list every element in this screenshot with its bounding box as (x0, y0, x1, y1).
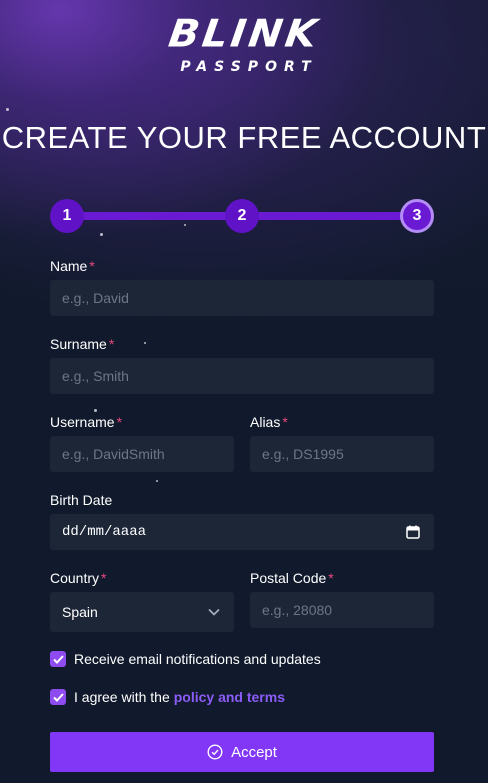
country-value: Spain (62, 604, 98, 620)
step-1[interactable]: 1 (50, 199, 84, 233)
policy-terms-link[interactable]: policy and terms (174, 689, 285, 705)
terms-checkbox-row[interactable]: I agree with the policy and terms (50, 689, 285, 705)
country-select[interactable]: Spain (50, 592, 234, 632)
notifications-checkbox-row[interactable]: Receive email notifications and updates (50, 651, 321, 667)
surname-label-text: Surname (50, 336, 107, 352)
chevron-down-icon (208, 608, 220, 616)
accept-button-label: Accept (231, 743, 277, 761)
terms-label: I agree with the (74, 689, 170, 705)
name-input[interactable] (50, 280, 434, 316)
birth-date-label: Birth Date (50, 492, 112, 508)
checkmark-icon (52, 692, 64, 702)
background-star (100, 233, 103, 236)
step-2[interactable]: 2 (225, 199, 259, 233)
required-marker: * (328, 570, 334, 586)
logo-wordmark: BLINK (165, 12, 323, 56)
country-label-text: Country (50, 570, 100, 586)
step-3-current[interactable]: 3 (400, 199, 434, 233)
required-marker: * (116, 414, 123, 430)
required-marker: * (89, 258, 95, 274)
calendar-icon[interactable] (406, 525, 420, 539)
username-label-text: Username (50, 414, 115, 430)
stepper: 1 2 3 (50, 199, 434, 233)
check-circle-icon (207, 744, 223, 760)
alias-label-text: Alias (250, 414, 281, 430)
notifications-checkbox[interactable] (50, 651, 66, 667)
accept-button[interactable]: Accept (50, 732, 434, 772)
username-label: Username * (50, 414, 122, 430)
surname-input[interactable] (50, 358, 434, 394)
background-star (144, 342, 146, 344)
name-label: Name * (50, 258, 95, 274)
alias-input[interactable] (250, 436, 434, 472)
checkmark-icon (52, 654, 64, 664)
required-marker: * (101, 570, 107, 586)
background-star (94, 409, 97, 412)
logo-subtitle: PASSPORT (180, 59, 318, 75)
background-star (6, 108, 9, 111)
birth-date-label-text: Birth Date (50, 492, 113, 508)
username-input[interactable] (50, 436, 234, 472)
required-marker: * (282, 414, 288, 430)
postal-code-input[interactable] (250, 592, 434, 628)
required-marker: * (108, 336, 115, 352)
birth-date-value: dd/mm/aaaa (62, 524, 147, 540)
alias-label: Alias * (250, 414, 288, 430)
background-star (156, 480, 158, 482)
terms-checkbox[interactable] (50, 689, 66, 705)
logo: BLINK PASSPORT (0, 12, 488, 75)
birth-date-input[interactable]: dd/mm/aaaa (50, 514, 434, 550)
country-label: Country * (50, 570, 106, 586)
postal-code-label: Postal Code * (250, 570, 334, 586)
page-title: CREATE YOUR FREE ACCOUNT (1, 120, 487, 155)
name-label-text: Name (50, 258, 88, 274)
notifications-label: Receive email notifications and updates (74, 651, 321, 667)
postal-code-label-text: Postal Code (250, 570, 327, 586)
surname-label: Surname * (50, 336, 114, 352)
